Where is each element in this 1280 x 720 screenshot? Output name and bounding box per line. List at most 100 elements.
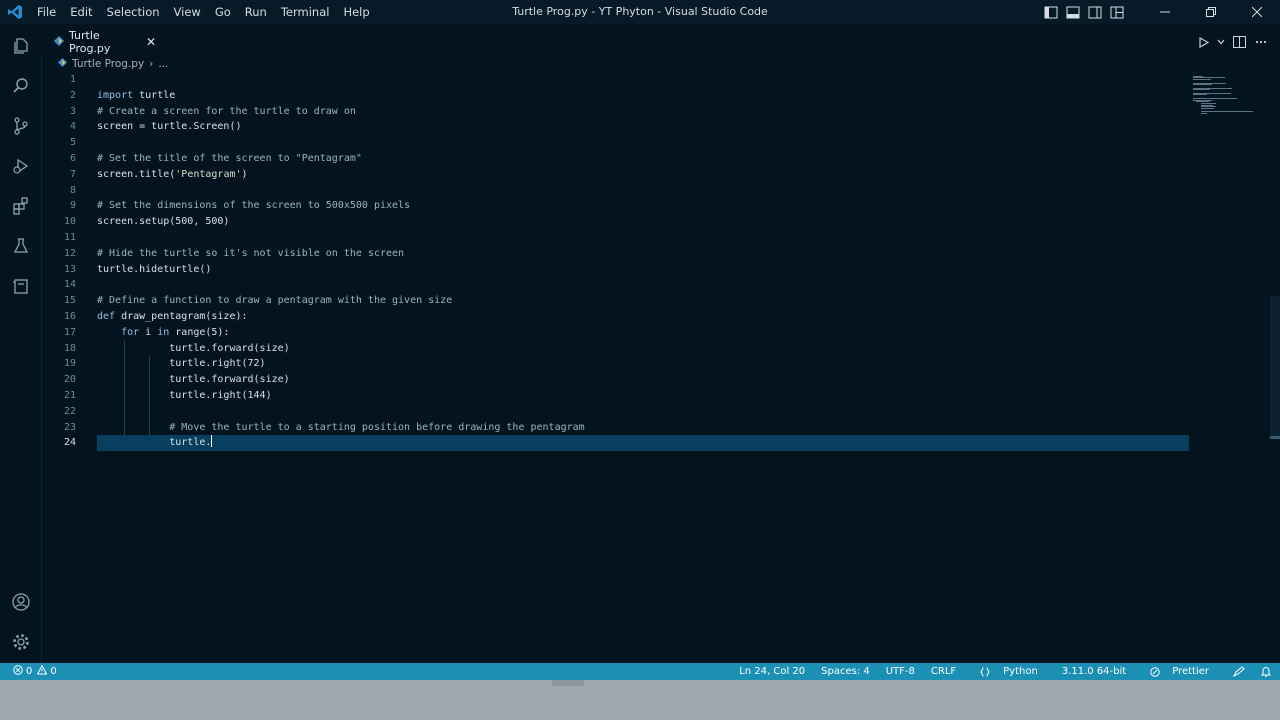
code-line[interactable]: 24 turtle. [41,435,1189,452]
run-python-file-icon[interactable] [1192,30,1214,54]
toggle-panel-icon[interactable] [1062,0,1084,24]
code-line[interactable]: 14 [41,277,1189,293]
code-text: # Create a screen for the turtle to draw… [97,105,356,117]
language-mode[interactable]: Python [972,666,1046,677]
line-number: 8 [69,184,76,196]
code-line[interactable]: 23 # Move the turtle to a starting posit… [41,420,1189,436]
python-file-icon [54,35,64,49]
code-line[interactable]: 6 # Set the title of the screen to "Penta… [41,151,1189,167]
encoding[interactable]: UTF-8 [886,666,915,677]
split-editor-icon[interactable] [1228,30,1250,54]
menu-file[interactable]: File [30,0,63,24]
minimap-line [1201,111,1254,113]
taskbar-item[interactable] [552,680,584,686]
close-window-icon[interactable] [1234,0,1280,24]
extensions-icon[interactable] [0,186,41,226]
code-text: turtle.forward(size) [97,342,290,354]
source-control-icon[interactable] [0,106,41,146]
code-line[interactable]: 18 turtle.forward(size) [41,341,1189,357]
minimap-line [1201,108,1215,109]
code-line[interactable]: 16 def draw_pentagram(size): [41,309,1189,325]
problems-indicator[interactable]: 0 0 [13,663,57,680]
end-of-line[interactable]: CRLF [931,666,956,677]
line-number: 16 [63,311,76,322]
breadcrumb: Turtle Prog.py › ... [41,56,168,72]
code-line[interactable]: 1 [41,72,1189,88]
code-text: # Hide the turtle so it's not visible on… [97,247,405,259]
code-line[interactable]: 4 screen = turtle.Screen() [41,119,1189,135]
code-line[interactable]: 13 turtle.hideturtle() [41,262,1189,278]
minimap-line [1193,89,1210,91]
code-line[interactable]: 17 for i in range(5): [41,325,1189,341]
code-line[interactable]: 21 turtle.right(144) [41,388,1189,404]
code-line[interactable]: 12 # Hide the turtle so it's not visible … [41,246,1189,262]
code-line[interactable]: 5 [41,135,1189,151]
code-line[interactable]: 3 # Create a screen for the turtle to dra… [41,104,1189,120]
code-line[interactable]: 10 screen.setup(500, 500) [41,214,1189,230]
minimap-line [1193,84,1212,86]
feedback-icon[interactable] [1233,666,1245,677]
cursor-position-marker [1270,436,1280,439]
code-line[interactable]: 19 turtle.right(72) [41,356,1189,372]
code-text: # Move the turtle to a starting position… [169,421,585,433]
code-line[interactable]: 15 # Define a function to draw a pentagra… [41,293,1189,309]
code-line[interactable]: 8 [41,183,1189,199]
code-line[interactable]: 20 turtle.forward(size) [41,372,1189,388]
restore-icon[interactable] [1188,0,1234,24]
tab-turtle-prog[interactable]: Turtle Prog.py ✕ [41,28,156,56]
vertical-scrollbar[interactable] [1270,72,1280,663]
line-number: 12 [63,247,76,259]
explorer-icon[interactable] [0,26,41,66]
prettier-status[interactable]: Prettier [1142,666,1217,677]
toggle-secondary-sidebar-icon[interactable] [1084,0,1106,24]
code-line[interactable]: 9 # Set the dimensions of the screen to 5… [41,198,1189,214]
manage-gear-icon[interactable] [0,622,41,662]
line-number: 20 [63,374,76,386]
current-line-highlight [97,435,1189,452]
menu-selection[interactable]: Selection [100,0,167,24]
minimap[interactable] [1193,74,1254,115]
line-number: 6 [69,153,76,164]
code-text: screen.setup(500, 500) [97,216,230,228]
minimap-line [1201,113,1207,115]
os-taskbar [0,680,1280,720]
warning-icon [37,664,48,678]
menu-run[interactable]: Run [238,0,274,24]
search-icon[interactable] [0,66,41,106]
python-interpreter[interactable]: 3.11.0 64-bit [1062,666,1126,677]
menu-terminal[interactable]: Terminal [274,0,337,24]
code-line[interactable]: 7 screen.title('Pentagram') [41,167,1189,183]
indentation[interactable]: Spaces: 4 [821,666,870,677]
breadcrumb-ellipsis[interactable]: ... [158,58,168,70]
minimap-line [1193,94,1208,96]
run-debug-icon[interactable] [0,146,41,186]
testing-icon[interactable] [0,226,41,266]
scrollbar-thumb[interactable] [1270,296,1280,436]
warning-count: 0 [50,666,57,677]
customize-layout-icon[interactable] [1106,0,1128,24]
toggle-primary-sidebar-icon[interactable] [1040,0,1062,24]
menu-help[interactable]: Help [336,0,376,24]
account-icon[interactable] [0,582,41,622]
menu-edit[interactable]: Edit [63,0,99,24]
code-line[interactable]: 11 [41,230,1189,246]
cursor-position[interactable]: Ln 24, Col 20 [739,666,805,677]
code-line[interactable]: 2 import turtle [41,88,1189,104]
line-number: 17 [63,326,76,338]
code-text: turtle.right(72) [97,358,266,370]
line-number: 5 [69,137,76,149]
run-options-chevron-icon[interactable] [1214,30,1228,54]
code-text: screen = turtle.Screen() [97,121,242,133]
menu-view[interactable]: View [167,0,208,24]
minimize-icon[interactable] [1142,0,1188,24]
menu-go[interactable]: Go [208,0,238,24]
remote-explorer-icon[interactable] [0,266,41,306]
line-number: 24 [63,437,76,449]
code-editor[interactable]: 1 2 import turtle 3 # Create a screen for th… [41,72,1271,663]
more-actions-icon[interactable] [1250,30,1272,54]
notifications-bell-icon[interactable] [1261,666,1271,677]
breadcrumb-file[interactable]: Turtle Prog.py [72,58,144,70]
braces-icon [980,667,991,677]
code-line[interactable]: 22 [41,404,1189,420]
tab-close-icon[interactable]: ✕ [146,35,156,49]
